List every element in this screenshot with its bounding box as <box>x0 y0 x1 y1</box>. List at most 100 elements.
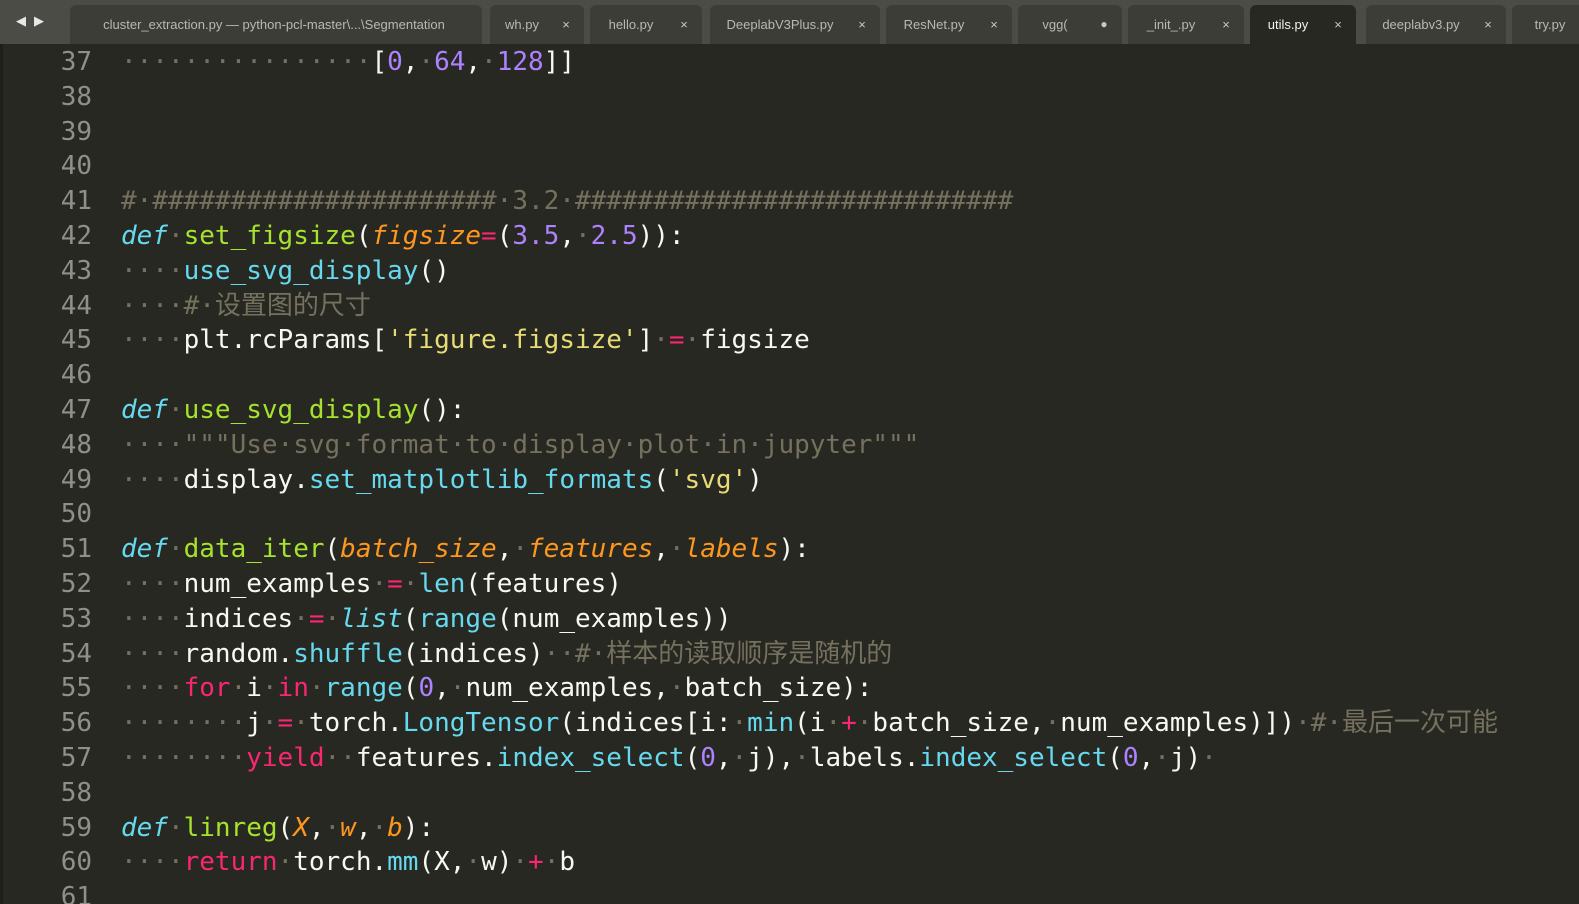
code-line[interactable]: 56 ········j·=·torch.LongTensor(indices[i… <box>0 706 1579 741</box>
code-token: · <box>512 847 529 878</box>
code-token: ( <box>684 743 701 773</box>
tab-2[interactable]: wh.py × <box>490 5 584 44</box>
code-token: · <box>653 325 669 356</box>
code-token: num_examples <box>183 569 372 599</box>
code-token: j) <box>1169 743 1202 773</box>
code-token: (X, <box>418 847 466 878</box>
code-token: features. <box>355 743 497 773</box>
line-number: 49 <box>60 464 92 495</box>
line-number: 38 <box>60 81 92 112</box>
close-tab-icon[interactable]: × <box>558 5 574 44</box>
code-line[interactable]: 57 ········yield··features.index_select(0… <box>0 741 1579 776</box>
code-token: 3.5 <box>512 221 560 251</box>
code-line[interactable]: 59 def·linreg(X,·w,·b): <box>0 811 1579 846</box>
code-line[interactable]: 38 <box>0 80 1579 115</box>
code-line[interactable]: 48 ····"""Use·svg·format·to·display·plot·… <box>0 428 1579 463</box>
line-number: 37 <box>60 47 92 77</box>
tab-10[interactable]: try.py <box>1512 5 1579 44</box>
code-line[interactable]: 41 #·######################·3.2·#########… <box>0 184 1579 219</box>
code-token: num_examples)]) <box>1060 708 1296 739</box>
code-token: 'svg' <box>668 464 748 495</box>
code-token: · <box>167 395 184 425</box>
close-tab-icon[interactable]: × <box>676 5 692 44</box>
code-line[interactable]: 50 <box>0 497 1579 532</box>
code-line[interactable]: 55 ····for·i·in·range(0,·num_examples,·ba… <box>0 671 1579 706</box>
code-line[interactable]: 37 ················[0,·64,·128]] <box>0 45 1579 80</box>
code-line[interactable]: 54 ····random.shuffle(indices)··#·样本的读取顺序… <box>0 637 1579 672</box>
line-number: 56 <box>60 708 92 739</box>
code-token: 0 <box>1122 743 1139 773</box>
close-tab-icon[interactable]: × <box>854 5 870 44</box>
code-token: = <box>387 569 403 599</box>
tab-8[interactable]: utils.py × <box>1250 5 1356 44</box>
code-token: · <box>324 603 341 634</box>
code-token: (indices) <box>402 638 544 669</box>
code-line[interactable]: 46 <box>0 358 1579 393</box>
code-token: plt.rcParams[ <box>183 325 388 356</box>
code-line[interactable]: 45 ····plt.rcParams['figure.figsize']·=·f… <box>0 323 1579 358</box>
tab-scroll-right-icon[interactable]: ▶ <box>28 0 50 44</box>
code-line[interactable]: 47 def·use_svg_display(): <box>0 393 1579 428</box>
code-text: def·set_figsize(figsize=(3.5,·2.5)): <box>121 219 685 254</box>
code-token: 0 <box>418 673 435 704</box>
code-token: ( <box>355 221 372 251</box>
tab-5[interactable]: ResNet.py × <box>886 5 1012 44</box>
code-token: ···· <box>121 847 184 878</box>
line-number: 44 <box>60 290 92 321</box>
code-line[interactable]: 40 <box>0 149 1579 184</box>
code-token: · <box>293 708 309 739</box>
code-token: index_select <box>919 743 1108 773</box>
close-tab-icon[interactable]: × <box>1218 5 1234 44</box>
code-token: data_iter <box>183 534 325 565</box>
code-token: ···· <box>121 255 184 286</box>
code-line[interactable]: 53 ····indices·=·list(range(num_examples)… <box>0 602 1579 637</box>
tab-3[interactable]: hello.py × <box>590 5 702 44</box>
code-line[interactable]: 60 ····return·torch.mm(X,·w)·+·b <box>0 845 1579 880</box>
code-token: , <box>1138 743 1155 773</box>
close-tab-icon[interactable]: × <box>1480 5 1496 44</box>
tab-label: DeeplabV3Plus.py <box>726 17 834 32</box>
code-token: in <box>277 673 309 704</box>
tab-7[interactable]: _init_.py × <box>1128 5 1244 44</box>
code-text: ····use_svg_display() <box>121 254 450 289</box>
tab-4[interactable]: DeeplabV3Plus.py × <box>710 5 880 44</box>
code-token: ···· <box>121 429 184 460</box>
tab-9[interactable]: deeplabv3.py × <box>1366 5 1506 44</box>
code-token: def <box>121 534 168 565</box>
code-line[interactable]: 39 <box>0 115 1579 150</box>
code-token: · <box>1201 743 1217 773</box>
code-token: b <box>387 812 403 843</box>
code-line[interactable]: 58 <box>0 776 1579 811</box>
code-token: · <box>1154 743 1170 773</box>
code-token: · <box>574 221 591 251</box>
tab-label: hello.py <box>608 17 654 32</box>
code-token: set_matplotlib_formats <box>308 464 654 495</box>
code-token: i <box>246 673 262 704</box>
code-token: ( <box>324 534 341 565</box>
code-token: batch_size): <box>684 673 873 704</box>
code-line[interactable]: 43 ····use_svg_display() <box>0 254 1579 289</box>
code-line[interactable]: 42 def·set_figsize(figsize=(3.5,·2.5)): <box>0 219 1579 254</box>
code-token: shuffle <box>293 638 403 669</box>
code-line[interactable]: 61 <box>0 880 1579 904</box>
code-line[interactable]: 44 ····#·设置图的尺寸 <box>0 289 1579 324</box>
code-token: · <box>825 708 842 739</box>
line-number: 43 <box>60 255 92 286</box>
code-editor[interactable]: 37 ················[0,·64,·128]] 38 39 40 41 #… <box>0 44 1579 904</box>
code-token: ( <box>496 221 513 251</box>
code-token: (): <box>418 395 466 425</box>
close-tab-icon[interactable]: × <box>986 5 1002 44</box>
code-token: · <box>230 673 247 704</box>
code-text: def·linreg(X,·w,·b): <box>121 811 434 846</box>
close-tab-icon[interactable]: × <box>1330 5 1346 44</box>
code-line[interactable]: 51 def·data_iter(batch_size,·features,·la… <box>0 532 1579 567</box>
unsaved-dot-icon[interactable]: ● <box>1096 5 1112 44</box>
code-line[interactable]: 52 ····num_examples·=·len(features) <box>0 567 1579 602</box>
tab-label: vgg( <box>1042 17 1068 32</box>
code-token: · <box>371 569 388 599</box>
code-line[interactable]: 49 ····display.set_matplotlib_formats('sv… <box>0 463 1579 498</box>
tab-1[interactable]: cluster_extraction.py — python-pcl-maste… <box>70 5 482 44</box>
code-token: · <box>684 325 701 356</box>
tab-6[interactable]: vgg( ● <box>1018 5 1122 44</box>
code-token: ···· <box>121 569 184 599</box>
